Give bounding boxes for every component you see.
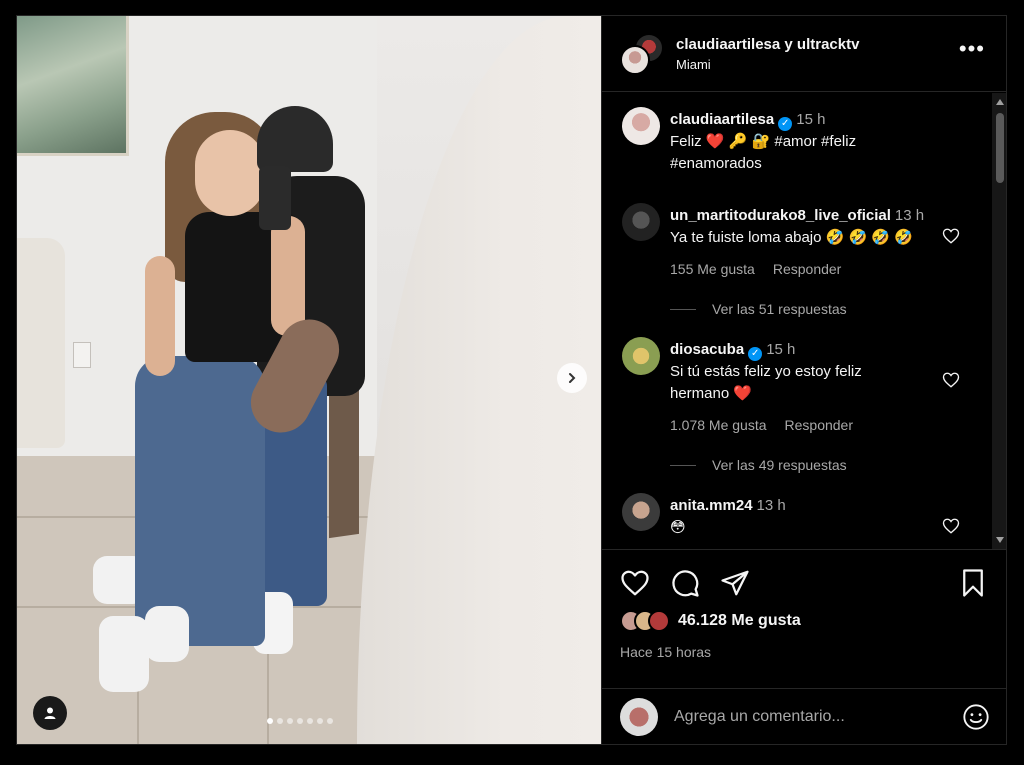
- comment-text: Si tú estás feliz yo estoy feliz: [670, 363, 862, 380]
- view-replies-label: Ver las 49 respuestas: [712, 457, 847, 473]
- carousel-dot: [267, 718, 273, 724]
- verified-icon: ✓: [778, 117, 793, 131]
- scroll-up-arrow-icon[interactable]: [996, 99, 1004, 105]
- tagged-users-button[interactable]: [33, 696, 67, 730]
- carousel-dot: [287, 718, 293, 724]
- like-heart-icon[interactable]: [620, 568, 650, 598]
- avatar: [620, 44, 650, 75]
- comments-scrollbar[interactable]: [992, 93, 1006, 549]
- view-replies-button[interactable]: Ver las 49 respuestas: [670, 457, 960, 473]
- avatar[interactable]: [622, 203, 660, 241]
- comment-likes[interactable]: 155 Me gusta: [670, 261, 755, 277]
- post-sidebar: claudiaartilesa y ultracktv Miami ••• cl…: [601, 16, 1006, 744]
- emoji-icon[interactable]: [962, 703, 990, 731]
- post-modal: claudiaartilesa y ultracktv Miami ••• cl…: [16, 15, 1007, 745]
- woman-shoe-right: [145, 606, 189, 662]
- reply-button[interactable]: Responder: [785, 417, 854, 433]
- man-head: [257, 106, 333, 172]
- comment-username[interactable]: un_martitodurako8_live_oficial: [670, 207, 891, 224]
- avatar: [648, 610, 670, 632]
- phone: [259, 166, 291, 230]
- comment-likes[interactable]: 1.078 Me gusta: [670, 417, 767, 433]
- comment-text: 😳: [670, 519, 686, 536]
- post-authors[interactable]: claudiaartilesa y ultracktv: [676, 36, 859, 53]
- carousel-dot: [327, 718, 333, 724]
- view-replies-label: Ver las 51 respuestas: [712, 301, 847, 317]
- collab-avatars[interactable]: [620, 32, 664, 75]
- add-comment-bar: [602, 688, 1006, 744]
- likes-summary[interactable]: 46.128 Me gusta: [620, 610, 801, 632]
- carousel-dot: [297, 718, 303, 724]
- carousel-dot: [307, 718, 313, 724]
- likes-count[interactable]: 46.128 Me gusta: [678, 612, 801, 630]
- woman-arm-left: [145, 256, 175, 376]
- post-timestamp[interactable]: Hace 15 horas: [620, 644, 711, 660]
- comment-body: diosacuba ✓ 15 h Si tú estás feliz yo esto…: [670, 339, 960, 473]
- list-item: diosacuba ✓ 15 h Si tú estás feliz yo esto…: [622, 337, 982, 477]
- photo-painting: [17, 16, 129, 156]
- avatar[interactable]: [622, 337, 660, 375]
- comment-time[interactable]: 15 h: [796, 111, 825, 128]
- caption-body: claudiaartilesa ✓ 15 h Feliz ❤️ 🔑 🔐 #amor …: [670, 109, 960, 175]
- carousel-dots: [267, 718, 333, 724]
- photo-sofa: [17, 238, 65, 448]
- comment-input[interactable]: [674, 707, 962, 726]
- like-comment-icon[interactable]: [942, 517, 960, 535]
- comment-body: un_martitodurako8_live_oficial 13 h Ya te…: [670, 205, 960, 317]
- comment-username[interactable]: claudiaartilesa: [670, 111, 774, 128]
- next-photo-button[interactable]: [557, 363, 587, 393]
- comment-meta: 1.078 Me gusta Responder: [670, 417, 960, 433]
- comment-time[interactable]: 13 h: [895, 207, 924, 224]
- post-photo[interactable]: [17, 16, 601, 744]
- user-icon: [44, 707, 56, 719]
- divider: [670, 308, 696, 310]
- more-options-button[interactable]: •••: [959, 38, 985, 60]
- view-replies-button[interactable]: Ver las 51 respuestas: [670, 301, 960, 317]
- woman-legs: [135, 356, 265, 646]
- reply-button[interactable]: Responder: [773, 261, 842, 277]
- post-header: claudiaartilesa y ultracktv Miami •••: [602, 16, 1006, 92]
- comment-username[interactable]: diosacuba: [670, 341, 744, 358]
- post-actions: 46.128 Me gusta Hace 15 horas: [602, 549, 1006, 744]
- action-buttons: [620, 568, 750, 598]
- bookmark-icon[interactable]: [958, 568, 988, 598]
- divider: [670, 464, 696, 466]
- woman-arm-right: [271, 216, 305, 336]
- comment-meta: 155 Me gusta Responder: [670, 261, 960, 277]
- chevron-right-icon: [569, 373, 576, 383]
- avatar[interactable]: [622, 493, 660, 531]
- post-caption: claudiaartilesa ✓ 15 h Feliz ❤️ 🔑 🔐 #amor …: [622, 107, 982, 177]
- caption-text[interactable]: #enamorados: [670, 153, 960, 175]
- photo-outlet: [73, 342, 91, 368]
- list-item: anita.mm24 13 h 😳: [622, 493, 982, 549]
- comment-username[interactable]: anita.mm24: [670, 497, 753, 514]
- woman-face: [195, 130, 265, 216]
- avatar: [620, 697, 658, 736]
- header-text: claudiaartilesa y ultracktv Miami: [676, 36, 859, 72]
- like-comment-icon[interactable]: [942, 227, 960, 245]
- carousel-dot: [277, 718, 283, 724]
- comment-body: anita.mm24 13 h 😳: [670, 495, 960, 539]
- comment-text: Ya te fuiste loma abajo 🤣 🤣 🤣 🤣: [670, 229, 913, 246]
- woman-shoe-left: [99, 616, 149, 692]
- share-send-icon[interactable]: [720, 568, 750, 598]
- verified-icon: ✓: [748, 347, 763, 361]
- caption-text: Feliz ❤️ 🔑 🔐 #amor #feliz: [670, 133, 857, 150]
- comments-list[interactable]: claudiaartilesa ✓ 15 h Feliz ❤️ 🔑 🔐 #amor …: [602, 93, 1006, 549]
- like-comment-icon[interactable]: [942, 371, 960, 389]
- post-location[interactable]: Miami: [676, 57, 859, 72]
- scrollbar-thumb[interactable]: [996, 113, 1004, 183]
- comment-text: hermano ❤️: [670, 385, 753, 402]
- carousel-dot: [317, 718, 323, 724]
- comment-time[interactable]: 15 h: [766, 341, 795, 358]
- list-item: un_martitodurako8_live_oficial 13 h Ya te…: [622, 203, 982, 323]
- comment-time[interactable]: 13 h: [757, 497, 786, 514]
- scroll-down-arrow-icon[interactable]: [996, 537, 1004, 543]
- avatar[interactable]: [622, 107, 660, 145]
- comment-icon[interactable]: [670, 568, 700, 598]
